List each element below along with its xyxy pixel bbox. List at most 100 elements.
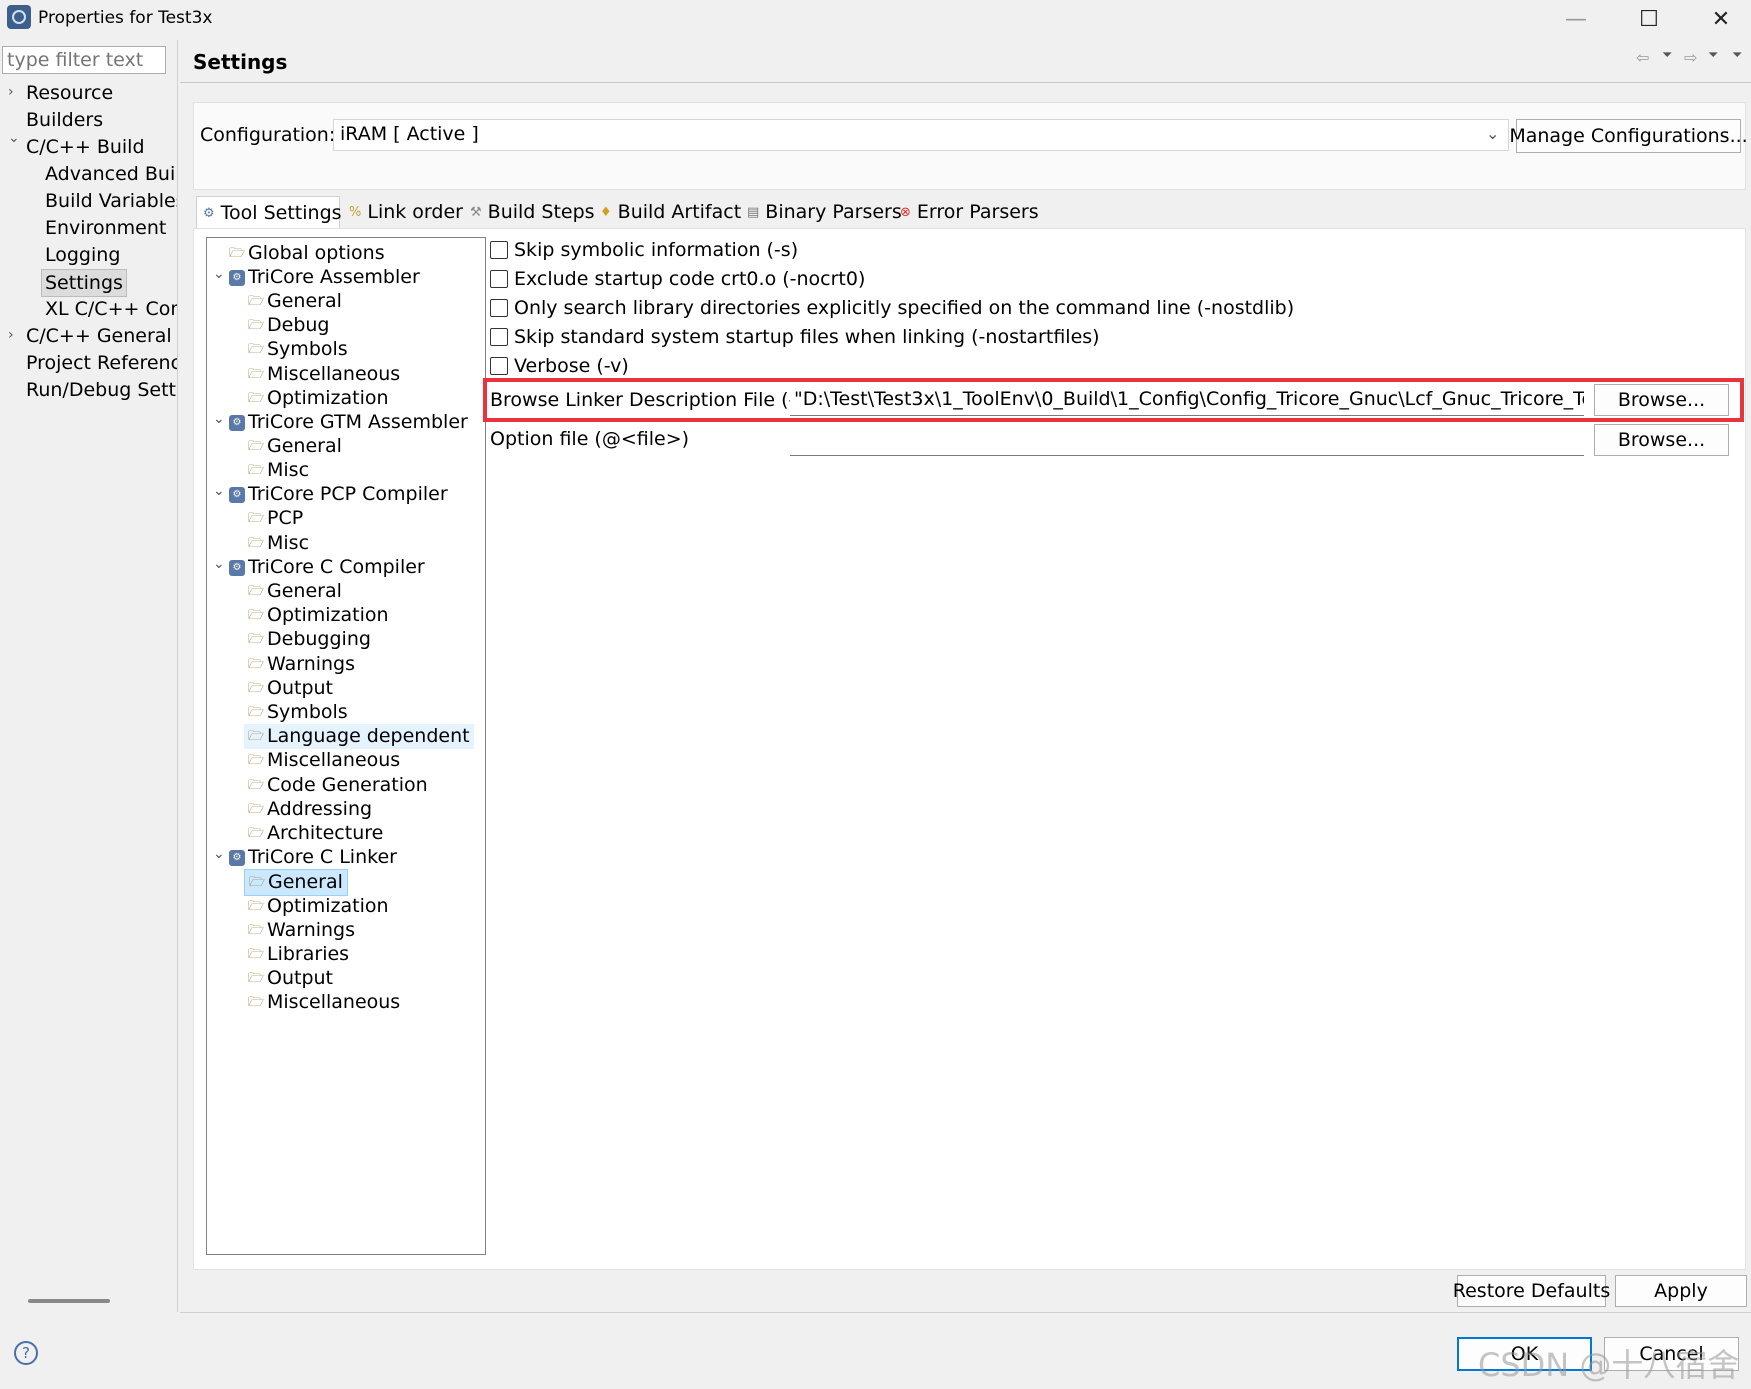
nav-item-cpp-general[interactable]: C/C++ General [26, 323, 172, 349]
checkbox[interactable] [490, 357, 508, 375]
view-menu-icon[interactable]: ⏷ [1732, 48, 1742, 63]
nav-horizontal-scrollbar[interactable] [28, 1299, 110, 1303]
tree-item-label: Warnings [267, 653, 356, 675]
nav-item-cpp-build[interactable]: C/C++ Build [26, 134, 145, 160]
checkbox[interactable] [490, 299, 508, 317]
option-browse-button[interactable]: Browse... [1594, 424, 1729, 456]
tree-item-label: Debug [267, 314, 330, 336]
nav-item-settings[interactable]: Settings [41, 269, 127, 297]
checkbox-nostdlib[interactable]: Only search library directories explicit… [490, 297, 1294, 319]
close-button[interactable]: ✕ [1692, 0, 1750, 38]
tree-item-architecture[interactable]: 🗁 Architecture [248, 821, 383, 846]
tree-item-symbols[interactable]: 🗁 Symbols [248, 337, 348, 362]
expand-cpp-general-icon[interactable]: › [8, 327, 14, 343]
checkbox-verbose[interactable]: Verbose (-v) [490, 355, 629, 377]
tree-item-label: General [267, 580, 342, 602]
tree-item-warnings[interactable]: 🗁 Warnings [248, 652, 355, 677]
tree-item-tricore-pcp-compiler[interactable]: ⚙ TriCore PCP Compiler [229, 482, 448, 507]
expand-resource-icon[interactable]: › [8, 84, 14, 100]
tree-item-label: Debugging [267, 628, 371, 650]
collapse-arrow-icon[interactable]: ⌄ [213, 411, 225, 427]
tree-item-optimization[interactable]: 🗁 Optimization [248, 386, 389, 411]
tree-item-output[interactable]: 🗁 Output [248, 676, 333, 701]
tool-settings-icon: ⚙ [203, 205, 215, 221]
tree-item-optimization[interactable]: 🗁 Optimization [248, 603, 389, 628]
checkbox-label: Verbose (-v) [514, 355, 629, 377]
checkbox-exclude-startup[interactable]: Exclude startup code crt0.o (-nocrt0) [490, 268, 865, 290]
nav-item-advanced-build[interactable]: Advanced Buil [45, 161, 178, 187]
tree-item-misc[interactable]: 🗁 Misc [248, 458, 309, 483]
tree-item-addressing[interactable]: 🗁 Addressing [248, 797, 372, 822]
back-nav-icon[interactable]: ⇦ [1636, 48, 1649, 67]
back-menu-chevron-icon[interactable]: ⏷ [1662, 48, 1672, 63]
tree-item-miscellaneous[interactable]: 🗁 Miscellaneous [248, 990, 400, 1015]
tree-item-misc[interactable]: 🗁 Misc [248, 531, 309, 556]
tree-item-debug[interactable]: 🗁 Debug [248, 313, 329, 338]
maximize-button[interactable]: ☐ [1620, 0, 1678, 38]
tree-item-miscellaneous[interactable]: 🗁 Miscellaneous [248, 362, 400, 387]
tree-item-tricore-c-linker[interactable]: ⚙ TriCore C Linker [229, 845, 397, 870]
collapse-arrow-icon[interactable]: ⌄ [213, 266, 225, 282]
tree-item-pcp[interactable]: 🗁 PCP [248, 506, 303, 531]
tab-error-parsers[interactable]: ⊗ Error Parsers [894, 196, 1039, 228]
nav-item-xl-cpp-compiler[interactable]: XL C/C++ Com [45, 296, 178, 322]
collapse-arrow-icon[interactable]: ⌄ [213, 846, 225, 862]
tree-item-label: Symbols [267, 701, 348, 723]
tab-link-order[interactable]: % Link order [343, 196, 463, 228]
page-header [180, 42, 1751, 83]
tree-item-tricore-gtm-assembler[interactable]: ⚙ TriCore GTM Assembler [229, 410, 468, 435]
manage-configurations-button[interactable]: Manage Configurations... [1509, 119, 1748, 153]
folder-icon: 🗁 [248, 728, 265, 744]
tree-item-optimization[interactable]: 🗁 Optimization [248, 894, 389, 919]
checkbox[interactable] [490, 328, 508, 346]
checkbox[interactable] [490, 270, 508, 288]
tree-item-general[interactable]: 🗁 General [248, 579, 342, 604]
tree-item-debugging[interactable]: 🗁 Debugging [248, 627, 371, 652]
nav-item-project-references[interactable]: Project Reference [26, 350, 178, 376]
tree-item-label: Miscellaneous [267, 991, 401, 1013]
expand-cpp-build-icon[interactable]: ⌄ [8, 130, 20, 146]
tab-build-steps[interactable]: ⚒ Build Steps [464, 196, 595, 228]
collapse-arrow-icon[interactable]: ⌄ [213, 483, 225, 499]
tree-item-miscellaneous[interactable]: 🗁 Miscellaneous [248, 748, 400, 773]
help-icon[interactable]: ? [14, 1341, 38, 1365]
tree-item-label: Output [267, 677, 333, 699]
apply-button[interactable]: Apply [1615, 1275, 1747, 1307]
checkbox-nostartfiles[interactable]: Skip standard system startup files when … [490, 326, 1100, 348]
checkbox[interactable] [490, 241, 508, 259]
tree-item-language-dependent[interactable]: 🗁 Language dependent [244, 724, 474, 749]
collapse-arrow-icon[interactable]: ⌄ [213, 556, 225, 572]
tree-item-libraries[interactable]: 🗁 Libraries [248, 942, 349, 967]
nav-item-logging[interactable]: Logging [45, 242, 120, 268]
forward-nav-icon[interactable]: ⇨ [1684, 48, 1697, 67]
sash-divider[interactable] [177, 40, 178, 1312]
tree-item-tricore-assembler[interactable]: ⚙ TriCore Assembler [229, 265, 420, 290]
tree-item-symbols[interactable]: 🗁 Symbols [248, 700, 348, 725]
tab-build-artifact[interactable]: ♦ Build Artifact [594, 196, 741, 228]
nav-item-builders[interactable]: Builders [26, 107, 103, 133]
nav-item-build-variables[interactable]: Build Variables [45, 188, 178, 214]
tree-item-tricore-c-compiler[interactable]: ⚙ TriCore C Compiler [229, 555, 425, 580]
tree-item-general[interactable]: 🗁 General [248, 434, 342, 459]
minimize-button[interactable]: — [1547, 0, 1605, 38]
tree-item-global-options[interactable]: 🗁 Global options [229, 241, 385, 266]
tree-item-general-selected[interactable]: 🗁 General [244, 869, 348, 896]
tab-tool-settings[interactable]: ⚙ Tool Settings [196, 196, 342, 228]
folder-icon: 🗁 [248, 293, 265, 309]
option-file-input[interactable] [790, 426, 1584, 456]
tree-item-warnings[interactable]: 🗁 Warnings [248, 918, 355, 943]
tree-item-general[interactable]: 🗁 General [248, 289, 342, 314]
checkbox-skip-symbolic[interactable]: Skip symbolic information (-s) [490, 239, 798, 261]
tree-item-label: Misc [267, 459, 310, 481]
tab-binary-parsers[interactable]: ▤ Binary Parsers [741, 196, 902, 228]
restore-defaults-button[interactable]: Restore Defaults [1453, 1275, 1610, 1307]
tree-item-code-generation[interactable]: 🗁 Code Generation [248, 773, 428, 798]
configuration-select[interactable]: iRAM [ Active ] [333, 119, 1509, 151]
tree-item-output[interactable]: 🗁 Output [248, 966, 333, 991]
forward-menu-chevron-icon[interactable]: ⏷ [1708, 48, 1718, 63]
nav-item-environment[interactable]: Environment [45, 215, 166, 241]
nav-item-resource[interactable]: Resource [26, 80, 113, 106]
filter-input[interactable] [2, 46, 166, 74]
tree-item-label: TriCore PCP Compiler [248, 483, 448, 505]
nav-item-run-debug-settings[interactable]: Run/Debug Setti [26, 377, 178, 403]
